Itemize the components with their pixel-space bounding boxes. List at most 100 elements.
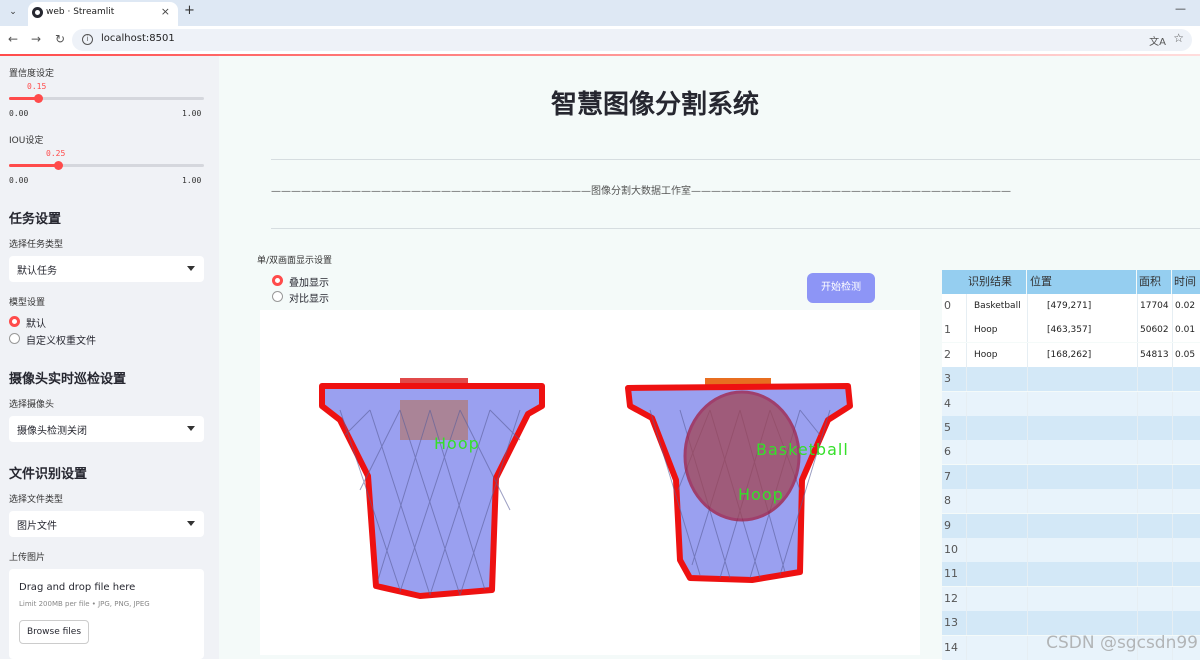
table-cell — [974, 465, 1030, 489]
reload-icon[interactable]: ↻ — [55, 32, 65, 46]
iou-slider-thumb[interactable] — [53, 161, 63, 170]
camera-label: 选择摄像头 — [9, 400, 55, 410]
results-table[interactable]: 识别结果 位置 面积 时间 0 Basketball [479,271] 17704 0… — [942, 270, 1200, 660]
column-divider — [1137, 586, 1138, 611]
radio-selected-icon[interactable] — [272, 275, 283, 286]
table-cell — [1175, 562, 1199, 586]
table-cell: 17704 — [1140, 301, 1169, 311]
file-type-select[interactable]: 图片文件 — [9, 511, 204, 537]
column-divider — [1172, 513, 1173, 538]
table-cell: 0.01 — [1175, 325, 1196, 336]
table-row[interactable]: 10 — [942, 538, 1200, 562]
iou-label: IOU设定 — [9, 136, 44, 146]
radio-unselected-icon[interactable] — [9, 333, 20, 344]
tab-title: web · Streamlit — [46, 7, 115, 17]
table-row[interactable]: 9 — [942, 513, 1200, 538]
column-divider — [1172, 489, 1173, 514]
table-cell — [974, 416, 1030, 440]
table-row[interactable]: 1 Hoop [463,357] 50602 0.01 — [942, 318, 1200, 343]
column-divider — [966, 367, 967, 392]
start-detection-button[interactable]: 开始检测 — [807, 273, 875, 303]
table-row[interactable]: 5 — [942, 416, 1200, 440]
studio-subtitle: ————————————————————————————————图像分割大数据工… — [271, 186, 1011, 197]
main-content: 智慧图像分割系统 ———————————————————————————————… — [219, 56, 1200, 660]
table-cell — [1140, 367, 1170, 391]
chevron-down-icon — [187, 521, 195, 526]
table-header-position[interactable]: 位置 — [1027, 270, 1136, 294]
forward-icon[interactable]: → — [31, 32, 41, 46]
confidence-label: 置信度设定 — [9, 69, 55, 79]
table-row[interactable]: 3 — [942, 367, 1200, 392]
table-row[interactable]: 13 — [942, 611, 1200, 636]
column-divider — [1172, 416, 1173, 440]
column-divider — [1137, 464, 1138, 489]
tab-list-chevron-icon[interactable]: ⌄ — [6, 5, 20, 19]
table-cell — [1175, 514, 1199, 538]
url-field[interactable]: i localhost:8501 文A ☆ — [72, 29, 1192, 51]
table-row[interactable]: 4 — [942, 391, 1200, 416]
bookmark-star-icon[interactable]: ☆ — [1173, 31, 1184, 45]
task-section-heading: 任务设置 — [9, 212, 62, 227]
column-divider — [1172, 440, 1173, 465]
column-divider — [1027, 611, 1028, 636]
table-row[interactable]: 6 — [942, 440, 1200, 465]
translate-icon[interactable]: 文A — [1149, 33, 1166, 48]
browse-files-button[interactable]: Browse files — [19, 620, 89, 644]
column-divider — [1027, 440, 1028, 465]
table-cell — [974, 611, 1030, 635]
row-index: 4 — [944, 396, 951, 410]
back-icon[interactable]: ← — [8, 32, 18, 46]
table-header-area[interactable]: 面积 — [1137, 270, 1171, 294]
file-type-label: 选择文件类型 — [9, 495, 64, 505]
table-cell: 0.02 — [1175, 301, 1196, 311]
tab-close-icon[interactable]: × — [161, 5, 170, 18]
column-divider — [1027, 342, 1028, 367]
confidence-slider-thumb[interactable] — [34, 94, 44, 103]
confidence-slider[interactable] — [9, 94, 204, 103]
table-row[interactable]: 12 — [942, 586, 1200, 611]
radio-unselected-icon[interactable] — [272, 291, 283, 302]
confidence-max: 1.00 — [182, 109, 202, 118]
iou-slider[interactable] — [9, 161, 204, 170]
task-type-select[interactable]: 默认任务 — [9, 256, 204, 282]
new-tab-icon[interactable]: + — [184, 3, 195, 18]
table-row[interactable]: 11 — [942, 562, 1200, 587]
task-type-label: 选择任务类型 — [9, 240, 64, 250]
iou-slider-fill — [9, 164, 58, 167]
minimize-icon[interactable]: — — [1175, 2, 1186, 15]
table-header-time[interactable]: 时间 — [1172, 270, 1200, 294]
table-row[interactable]: 2 Hoop [168,262] 54813 0.05 — [942, 342, 1200, 367]
upload-label: 上传图片 — [9, 553, 46, 563]
detection-label: Basketball — [756, 440, 849, 459]
table-row[interactable]: 8 — [942, 489, 1200, 514]
column-divider — [1027, 513, 1028, 538]
result-image: Hoop Basketball Hoop — [260, 310, 920, 655]
table-cell — [974, 392, 1030, 416]
display-mode-label: 单/双画面显示设置 — [257, 256, 333, 266]
table-cell — [1140, 440, 1170, 464]
radio-selected-icon[interactable] — [9, 316, 20, 327]
chevron-down-icon — [187, 426, 195, 431]
table-row[interactable]: 7 — [942, 464, 1200, 489]
table-cell — [974, 367, 1030, 391]
browser-tab[interactable]: web · Streamlit × — [28, 2, 178, 26]
column-divider — [1172, 342, 1173, 367]
table-cell — [974, 562, 1030, 586]
camera-select[interactable]: 摄像头检测关闭 — [9, 416, 204, 442]
site-info-icon[interactable]: i — [82, 34, 93, 45]
address-bar-row: ← → ↻ i localhost:8501 文A ☆ — [0, 26, 1200, 54]
row-index: 5 — [944, 421, 951, 434]
column-divider — [1027, 489, 1028, 514]
column-divider — [1137, 513, 1138, 538]
table-cell: Basketball — [974, 301, 1021, 311]
column-divider — [1172, 318, 1173, 343]
column-divider — [966, 562, 967, 587]
column-divider — [1137, 342, 1138, 367]
column-divider — [966, 513, 967, 538]
file-dropzone[interactable]: Drag and drop file here Limit 200MB per … — [9, 569, 204, 659]
column-divider — [1027, 294, 1028, 318]
table-row[interactable]: 0 Basketball [479,271] 17704 0.02 — [942, 294, 1200, 318]
display-option-label: 对比显示 — [289, 294, 329, 305]
row-index: 7 — [944, 469, 951, 483]
table-header-result[interactable]: 识别结果 — [966, 270, 1026, 294]
